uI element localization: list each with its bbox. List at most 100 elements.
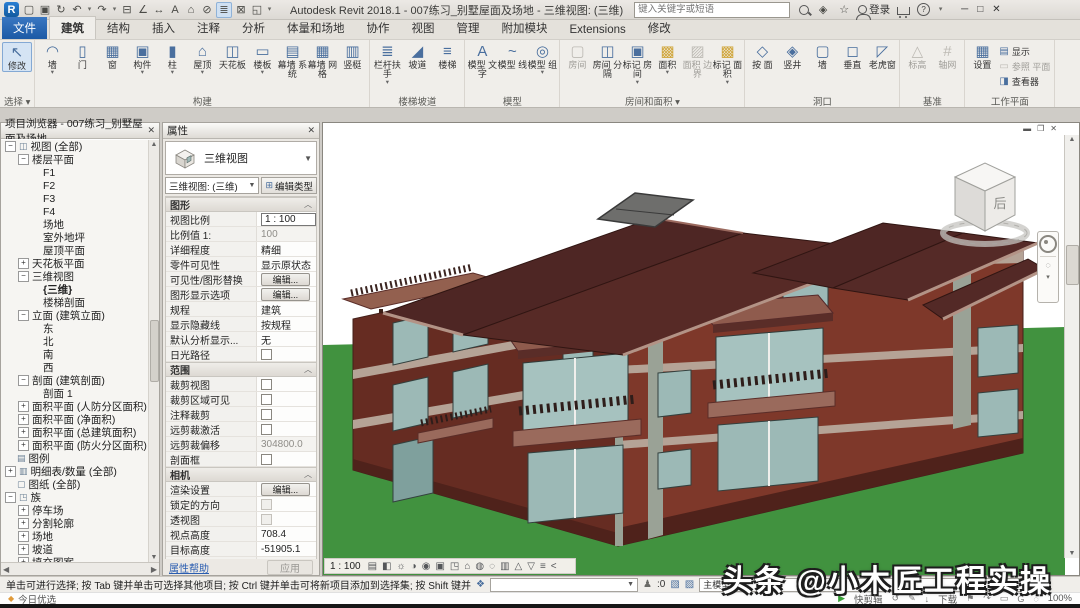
zoom-tool-icon[interactable]: ◌: [1045, 260, 1050, 270]
checkbox[interactable]: [261, 424, 272, 435]
tab-11[interactable]: Extensions: [559, 21, 637, 39]
ribbon-small-button-7-2[interactable]: ◨查看器: [999, 75, 1050, 88]
view-close-icon[interactable]: ✕: [1050, 124, 1057, 133]
switch-windows-icon[interactable]: ◱: [250, 1, 264, 19]
tree-item-4[interactable]: F3: [1, 192, 159, 205]
ribbon-button-5-4[interactable]: ◸老虎窗: [867, 42, 897, 70]
project-browser-close-icon[interactable]: ✕: [147, 125, 155, 136]
close-hidden-windows-icon[interactable]: ⊠: [234, 1, 248, 19]
property-value[interactable]: [257, 512, 316, 526]
expand-icon[interactable]: +: [18, 258, 29, 269]
zoom-menu-icon[interactable]: ▾: [1046, 273, 1050, 281]
property-value[interactable]: 按规程: [257, 317, 316, 331]
ribbon-button-5-0[interactable]: ◇按 面: [747, 42, 777, 70]
property-value[interactable]: 708.4: [257, 527, 316, 541]
expand-icon[interactable]: +: [18, 505, 29, 516]
viewcube[interactable]: 后: [939, 151, 1031, 251]
collapse-icon[interactable]: −: [18, 375, 29, 386]
ribbon-button-1-7[interactable]: ▭楼板▾: [247, 42, 277, 76]
constraints-icon[interactable]: ≡: [540, 561, 546, 572]
type-selector[interactable]: 三维视图 ▼: [165, 141, 317, 175]
property-value[interactable]: [257, 407, 316, 421]
tree-item-16[interactable]: 南: [1, 348, 159, 361]
property-value[interactable]: 建筑: [257, 302, 316, 316]
expand-icon[interactable]: +: [18, 440, 29, 451]
default-3d-view-icon[interactable]: ⌂: [184, 1, 198, 19]
checkbox[interactable]: [261, 379, 272, 390]
print-icon[interactable]: ⊟: [120, 1, 134, 19]
steering-wheel-icon[interactable]: [1039, 235, 1057, 253]
ribbon-button-5-2[interactable]: ▢墙: [807, 42, 837, 70]
view-minimize-icon[interactable]: ▬: [1023, 124, 1031, 133]
expand-icon[interactable]: +: [18, 557, 29, 562]
unlocked-view-icon[interactable]: ⌂: [464, 561, 470, 572]
crop-region-icon[interactable]: ◳: [450, 561, 459, 572]
property-value[interactable]: [257, 347, 316, 361]
reveal-hidden-icon[interactable]: ◌: [489, 561, 495, 572]
apply-button[interactable]: 应用: [267, 560, 313, 575]
scroll-up-icon[interactable]: ▲: [151, 141, 158, 148]
expand-icon[interactable]: +: [18, 518, 29, 529]
temporary-view-props-icon[interactable]: ▥: [500, 561, 509, 572]
checkbox[interactable]: [261, 454, 272, 465]
tree-item-13[interactable]: −立面 (建筑立面): [1, 309, 159, 322]
section-collapse-icon[interactable]: ︿: [304, 469, 312, 480]
scroll-thumb[interactable]: [150, 320, 159, 382]
tree-item-26[interactable]: ▢图纸 (全部): [1, 478, 159, 491]
tree-item-23[interactable]: +面积平面 (防火分区面积): [1, 439, 159, 452]
scroll-left-icon[interactable]: ◀: [3, 565, 9, 574]
ribbon-button-1-0[interactable]: ◠墙▾: [37, 42, 67, 76]
tree-item-30[interactable]: +场地: [1, 530, 159, 543]
ribbon-button-3-2[interactable]: ◎模型 组▾: [527, 42, 557, 76]
property-value[interactable]: 编辑...: [257, 482, 316, 496]
temporary-hide-icon[interactable]: ◍: [475, 561, 484, 572]
properties-close-icon[interactable]: ✕: [307, 125, 315, 136]
collapse-icon[interactable]: −: [18, 271, 29, 282]
property-value[interactable]: [257, 377, 316, 391]
ribbon-button-3-0[interactable]: A模型 文字: [467, 42, 497, 80]
text-icon[interactable]: A: [168, 1, 182, 19]
sun-path-icon[interactable]: ☼: [397, 561, 406, 572]
tree-item-15[interactable]: 北: [1, 335, 159, 348]
tree-item-18[interactable]: −剖面 (建筑剖面): [1, 374, 159, 387]
ribbon-button-1-1[interactable]: ▯门: [67, 42, 97, 70]
tree-item-10[interactable]: −三维视图: [1, 270, 159, 283]
property-section-2[interactable]: 相机︿: [166, 467, 316, 482]
ribbon-button-2-1[interactable]: ◢坡道: [402, 42, 432, 70]
tree-item-3[interactable]: F2: [1, 179, 159, 192]
ribbon-button-1-6[interactable]: ◫天花板: [217, 42, 247, 70]
property-section-1[interactable]: 范围︿: [166, 362, 316, 377]
visual-style-icon[interactable]: ◧: [382, 561, 391, 572]
expand-icon[interactable]: +: [18, 401, 29, 412]
expand-icon[interactable]: +: [5, 466, 16, 477]
project-browser-vscrollbar[interactable]: ▲ ▼: [148, 140, 159, 562]
ribbon-button-1-5[interactable]: ⌂屋顶▾: [187, 42, 217, 76]
ribbon-button-1-10[interactable]: ▥竖梃: [337, 42, 367, 70]
tab-5[interactable]: 分析: [231, 17, 276, 39]
tab-3[interactable]: 插入: [141, 17, 186, 39]
aligned-dimension-icon[interactable]: ↔: [152, 1, 166, 19]
collapse-icon[interactable]: −: [5, 141, 16, 152]
close-button[interactable]: ✕: [992, 4, 1000, 15]
scroll-up-icon[interactable]: ▲: [1069, 136, 1076, 143]
tree-item-0[interactable]: −◫视图 (全部): [1, 140, 159, 153]
ribbon-button-2-2[interactable]: ≡楼梯: [432, 42, 462, 70]
open-file-icon[interactable]: ▢: [22, 1, 36, 19]
tab-4[interactable]: 注释: [186, 17, 231, 39]
view-scale[interactable]: 1 : 100: [330, 561, 361, 572]
tree-item-32[interactable]: +填充图案: [1, 556, 159, 562]
tab-9[interactable]: 管理: [446, 17, 491, 39]
ribbon-button-5-3[interactable]: ◻垂直: [837, 42, 867, 70]
property-section-0[interactable]: 图形︿: [166, 197, 316, 212]
scroll-right-icon[interactable]: ▶: [151, 565, 157, 574]
ribbon-button-1-4[interactable]: ▮柱▾: [157, 42, 187, 76]
project-browser-hscrollbar[interactable]: ◀ ▶: [1, 562, 159, 575]
edit-button[interactable]: 编辑...: [261, 288, 310, 301]
redo-icon[interactable]: ↷: [95, 1, 109, 19]
ribbon-button-3-1[interactable]: ~模型 线: [497, 42, 527, 70]
search-icon[interactable]: [799, 5, 809, 15]
revit-logo-icon[interactable]: R: [4, 2, 19, 17]
scroll-thumb[interactable]: [1066, 245, 1079, 285]
property-value[interactable]: 无: [257, 332, 316, 346]
help-menu-icon[interactable]: ▾: [937, 1, 944, 19]
